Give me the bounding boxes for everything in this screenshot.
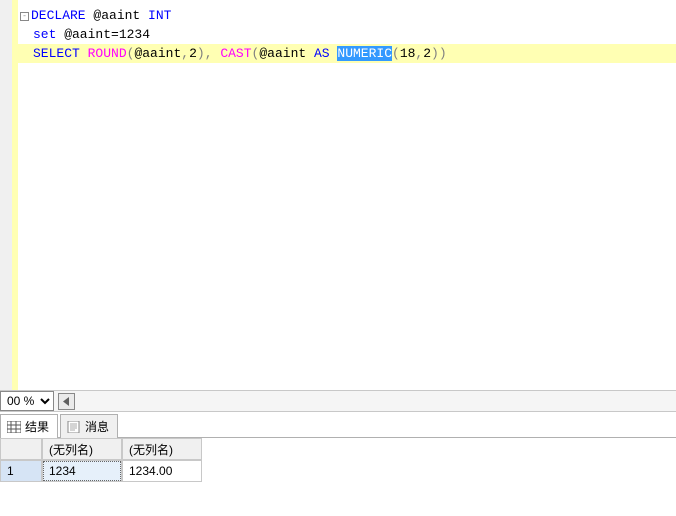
- token-paren: ,: [181, 46, 189, 61]
- grid-cell[interactable]: 1234.00: [122, 460, 202, 482]
- token-text: @aaint: [134, 46, 181, 61]
- token-text: @aaint: [86, 8, 148, 23]
- token-keyword: AS: [314, 46, 330, 61]
- table-row[interactable]: 1 1234 1234.00: [0, 460, 676, 482]
- grid-icon: [7, 421, 21, 433]
- code-line[interactable]: set @aaint=1234: [18, 25, 676, 44]
- token-text: @aaint=1234: [56, 27, 150, 42]
- token-text: @aaint: [259, 46, 314, 61]
- document-icon: [67, 421, 81, 433]
- corner-cell[interactable]: [0, 438, 42, 460]
- column-header[interactable]: (无列名): [122, 438, 202, 460]
- token-paren: ): [431, 46, 439, 61]
- editor-gutter: [0, 0, 12, 390]
- token-function: ROUND: [88, 46, 127, 61]
- token-function: CAST: [220, 46, 251, 61]
- grid-cell[interactable]: 1234: [42, 460, 122, 482]
- code-line-current[interactable]: SELECT ROUND(@aaint,2), CAST(@aaint AS N…: [18, 44, 676, 63]
- token-keyword: DECLARE: [31, 8, 86, 23]
- triangle-left-icon: [63, 397, 70, 406]
- token-type: INT: [148, 8, 171, 23]
- zoom-bar: 00 %: [0, 390, 676, 412]
- grid-header-row: (无列名) (无列名): [0, 438, 676, 460]
- token-function: NUMERIC: [337, 46, 392, 61]
- token-paren: ): [197, 46, 205, 61]
- code-line[interactable]: -DECLARE @aaint INT: [18, 6, 676, 25]
- token-keyword: set: [33, 27, 56, 42]
- token-text: 2: [423, 46, 431, 61]
- tab-messages[interactable]: 消息: [60, 414, 118, 438]
- row-header[interactable]: 1: [0, 460, 42, 482]
- column-header[interactable]: (无列名): [42, 438, 122, 460]
- tab-results[interactable]: 结果: [0, 414, 58, 438]
- code-area[interactable]: -DECLARE @aaint INT set @aaint=1234 SELE…: [18, 0, 676, 390]
- results-grid[interactable]: (无列名) (无列名) 1 1234 1234.00: [0, 438, 676, 482]
- token-paren: ): [439, 46, 447, 61]
- sql-editor-pane[interactable]: -DECLARE @aaint INT set @aaint=1234 SELE…: [0, 0, 676, 390]
- results-tabs: 结果 消息: [0, 412, 676, 438]
- token-text: 18: [400, 46, 416, 61]
- scroll-left-button[interactable]: [58, 393, 75, 410]
- token-paren: ,: [205, 46, 213, 61]
- token-paren: (: [392, 46, 400, 61]
- token-text: 2: [189, 46, 197, 61]
- tab-label: 结果: [25, 418, 49, 435]
- fold-minus-icon[interactable]: -: [20, 12, 29, 21]
- tab-label: 消息: [85, 418, 109, 435]
- token-keyword: SELECT: [33, 46, 80, 61]
- zoom-select[interactable]: 00 %: [0, 391, 54, 411]
- selection: NUMERIC: [337, 46, 392, 61]
